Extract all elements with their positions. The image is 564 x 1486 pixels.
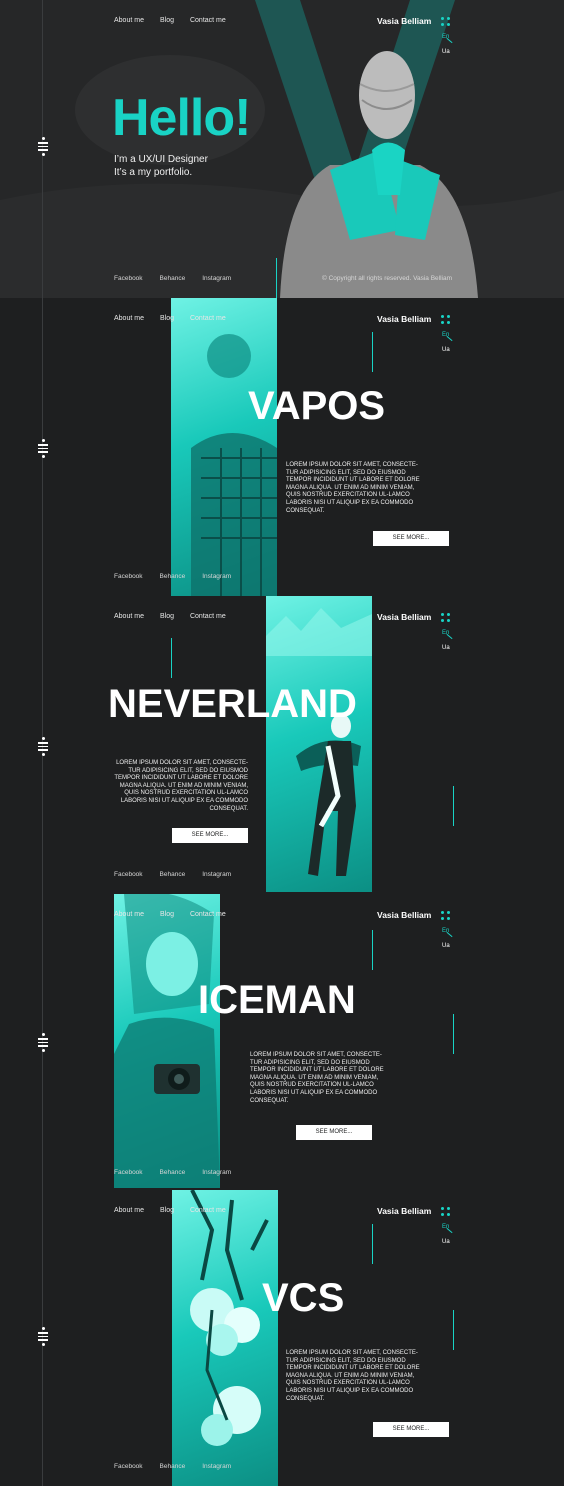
hero-tagline-line2: It’s a my portfolio.	[114, 167, 193, 178]
see-more-button[interactable]: SEE MORE...	[373, 531, 449, 546]
accent-line	[453, 1014, 454, 1054]
instagram-link[interactable]: Instagram	[202, 573, 231, 580]
top-nav: About me Blog Contact me	[114, 1207, 226, 1214]
facebook-link[interactable]: Facebook	[114, 871, 143, 878]
behance-link[interactable]: Behance	[160, 871, 186, 878]
copyright-text: © Copyright all rights reserved. Vasia B…	[322, 275, 453, 282]
project-photo-neverland	[266, 596, 372, 892]
project-title: ICEMAN	[198, 978, 356, 1022]
facebook-link[interactable]: Facebook	[114, 573, 143, 580]
behance-link[interactable]: Behance	[160, 1169, 186, 1176]
lang-ua[interactable]: Ua	[442, 645, 450, 651]
accent-line	[372, 930, 373, 970]
instagram-link[interactable]: Instagram	[202, 871, 231, 878]
brand-name[interactable]: Vasia Belliam	[377, 910, 431, 920]
project-section-neverland: About me Blog Contact me Vasia Belliam E…	[0, 596, 564, 894]
lang-ua[interactable]: Ua	[442, 347, 450, 353]
behance-link[interactable]: Behance	[160, 1463, 186, 1470]
instagram-link[interactable]: Instagram	[202, 1463, 231, 1470]
see-more-button[interactable]: SEE MORE...	[296, 1125, 372, 1140]
nav-contact[interactable]: Contact me	[190, 911, 226, 918]
nav-about[interactable]: About me	[114, 1207, 144, 1214]
behance-link[interactable]: Behance	[160, 573, 186, 580]
accent-line	[372, 1224, 373, 1264]
nav-blog[interactable]: Blog	[160, 315, 174, 322]
grid-dots-icon[interactable]	[441, 17, 450, 26]
nav-blog[interactable]: Blog	[160, 1207, 174, 1214]
lang-divider	[446, 633, 453, 640]
project-title: VCS	[262, 1276, 345, 1320]
hamburger-menu-icon[interactable]	[38, 1033, 48, 1052]
lang-divider	[446, 1227, 453, 1234]
project-description: LOREM IPSUM DOLOR SIT AMET, CONSECTE-TUR…	[114, 760, 248, 812]
hero-background-image	[0, 0, 564, 298]
project-description: LOREM IPSUM DOLOR SIT AMET, CONSECTE-TUR…	[286, 1350, 420, 1402]
social-links: Facebook Behance Instagram	[114, 573, 231, 580]
project-photo-vcs	[172, 1190, 278, 1486]
see-more-button[interactable]: SEE MORE...	[373, 1422, 449, 1437]
project-section-iceman: About me Blog Contact me Vasia Belliam E…	[0, 894, 564, 1192]
hero-section: About me Blog Contact me Vasia Belliam E…	[0, 0, 564, 298]
accent-line	[453, 1310, 454, 1350]
project-section-vcs: About me Blog Contact me Vasia Belliam E…	[0, 1190, 564, 1486]
top-nav: About me Blog Contact me	[114, 911, 226, 918]
hero-tagline-line1: I’m a UX/UI Designer	[114, 154, 208, 165]
nav-contact[interactable]: Contact me	[190, 315, 226, 322]
hamburger-menu-icon[interactable]	[38, 439, 48, 458]
accent-line	[171, 638, 172, 678]
lang-divider	[446, 931, 453, 938]
facebook-link[interactable]: Facebook	[114, 275, 143, 282]
top-nav: About me Blog Contact me	[114, 613, 226, 620]
nav-blog[interactable]: Blog	[160, 613, 174, 620]
behance-link[interactable]: Behance	[160, 275, 186, 282]
brand-name[interactable]: Vasia Belliam	[377, 16, 431, 26]
social-links: Facebook Behance Instagram	[114, 1463, 231, 1470]
lang-ua[interactable]: Ua	[442, 1239, 450, 1245]
accent-line	[276, 258, 277, 298]
lang-ua[interactable]: Ua	[442, 49, 450, 55]
social-links: Facebook Behance Instagram	[114, 871, 231, 878]
nav-blog[interactable]: Blog	[160, 17, 174, 24]
hamburger-menu-icon[interactable]	[38, 137, 48, 156]
lang-divider	[446, 335, 453, 342]
project-description: LOREM IPSUM DOLOR SIT AMET, CONSECTE-TUR…	[250, 1052, 384, 1104]
instagram-link[interactable]: Instagram	[202, 275, 231, 282]
brand-name[interactable]: Vasia Belliam	[377, 314, 431, 324]
top-nav: About me Blog Contact me	[114, 315, 226, 322]
grid-dots-icon[interactable]	[441, 613, 450, 622]
nav-contact[interactable]: Contact me	[190, 613, 226, 620]
project-title: VAPOS	[248, 384, 386, 428]
accent-line	[372, 332, 373, 372]
grid-dots-icon[interactable]	[441, 315, 450, 324]
hero-tagline: I’m a UX/UI Designer It’s a my portfolio…	[114, 153, 208, 179]
hero-heading: Hello!	[112, 89, 251, 147]
nav-about[interactable]: About me	[114, 17, 144, 24]
nav-about[interactable]: About me	[114, 911, 144, 918]
nav-blog[interactable]: Blog	[160, 911, 174, 918]
project-photo-iceman	[114, 894, 220, 1188]
grid-dots-icon[interactable]	[441, 911, 450, 920]
instagram-link[interactable]: Instagram	[202, 1169, 231, 1176]
project-section-vapos: About me Blog Contact me Vasia Belliam E…	[0, 298, 564, 596]
hamburger-menu-icon[interactable]	[38, 1327, 48, 1346]
facebook-link[interactable]: Facebook	[114, 1463, 143, 1470]
top-nav: About me Blog Contact me	[114, 17, 226, 24]
nav-about[interactable]: About me	[114, 315, 144, 322]
facebook-link[interactable]: Facebook	[114, 1169, 143, 1176]
grid-dots-icon[interactable]	[441, 1207, 450, 1216]
nav-about[interactable]: About me	[114, 613, 144, 620]
see-more-button[interactable]: SEE MORE...	[172, 828, 248, 843]
lang-ua[interactable]: Ua	[442, 943, 450, 949]
brand-name[interactable]: Vasia Belliam	[377, 612, 431, 622]
project-description: LOREM IPSUM DOLOR SIT AMET, CONSECTE-TUR…	[286, 462, 420, 514]
hamburger-menu-icon[interactable]	[38, 737, 48, 756]
project-photo-vapos	[171, 298, 277, 596]
accent-line	[453, 786, 454, 826]
project-title: NEVERLAND	[108, 682, 357, 726]
nav-contact[interactable]: Contact me	[190, 1207, 226, 1214]
nav-contact[interactable]: Contact me	[190, 17, 226, 24]
social-links: Facebook Behance Instagram	[114, 1169, 231, 1176]
brand-name[interactable]: Vasia Belliam	[377, 1206, 431, 1216]
social-links: Facebook Behance Instagram	[114, 275, 231, 282]
